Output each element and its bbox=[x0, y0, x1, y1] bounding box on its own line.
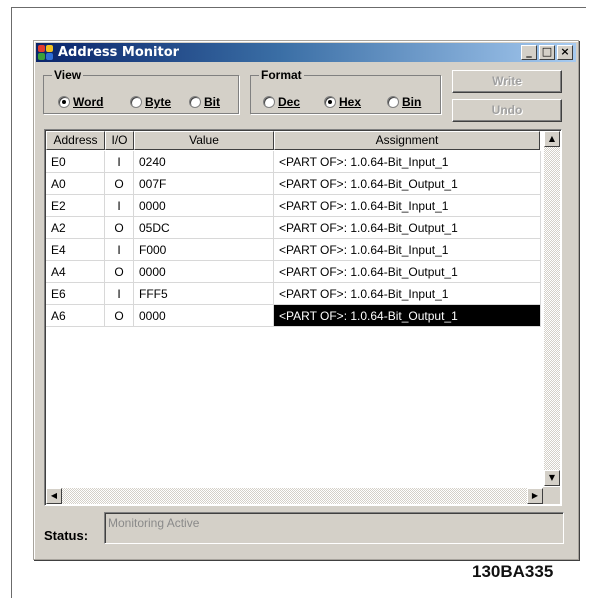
cell-assignment: <PART OF>: 1.0.64-Bit_Input_1 bbox=[274, 195, 541, 217]
cell-assignment: <PART OF>: 1.0.64-Bit_Output_1 bbox=[274, 173, 541, 195]
cell-assignment: <PART OF>: 1.0.64-Bit_Input_1 bbox=[274, 239, 541, 261]
cell-io: I bbox=[105, 239, 134, 261]
view-bit-label: Bit bbox=[204, 95, 220, 109]
cell-assignment: <PART OF>: 1.0.64-Bit_Output_1 bbox=[274, 217, 541, 239]
radio-unselected-icon bbox=[130, 96, 142, 108]
format-hex-label: Hex bbox=[339, 95, 362, 109]
radio-unselected-icon bbox=[263, 96, 275, 108]
address-monitor-window: Address Monitor _ □ × View Word Byte Bit… bbox=[33, 40, 579, 560]
column-header-address[interactable]: Address bbox=[46, 131, 105, 150]
cell-value: 0000 bbox=[134, 305, 274, 327]
view-word-radio[interactable]: Word bbox=[58, 95, 103, 109]
cell-value: 0240 bbox=[134, 151, 274, 173]
radio-unselected-icon bbox=[387, 96, 399, 108]
figure-code: 130BA335 bbox=[472, 562, 554, 581]
horizontal-scrollbar[interactable]: ◀ ▶ bbox=[46, 488, 543, 504]
scrollbar-corner bbox=[543, 487, 560, 504]
scroll-right-icon[interactable]: ▶ bbox=[527, 488, 543, 504]
window-title: Address Monitor bbox=[58, 45, 180, 60]
cell-value: 05DC bbox=[134, 217, 274, 239]
table-body: E0 I 0240 <PART OF>: 1.0.64-Bit_Input_1 A0 O 0… bbox=[46, 151, 541, 327]
cell-io: O bbox=[105, 173, 134, 195]
table-row[interactable]: E2 I 0000 <PART OF>: 1.0.64-Bit_Input_1 bbox=[46, 195, 541, 217]
table-row[interactable]: A6 O 0000 <PART OF>: 1.0.64-Bit_Output_1 bbox=[46, 305, 541, 327]
view-group-title: View bbox=[52, 68, 84, 82]
table-row[interactable]: E4 I F000 <PART OF>: 1.0.64-Bit_Input_1 bbox=[46, 239, 541, 261]
close-button[interactable]: × bbox=[557, 45, 573, 60]
table-row[interactable]: E0 I 0240 <PART OF>: 1.0.64-Bit_Input_1 bbox=[46, 151, 541, 173]
scroll-up-icon[interactable]: ▲ bbox=[544, 131, 560, 147]
address-table[interactable]: Address I/O Value Assignment E0 I 0240 <PAR… bbox=[44, 129, 562, 506]
format-group-title: Format bbox=[259, 68, 304, 82]
app-icon bbox=[38, 44, 54, 61]
vertical-scrollbar[interactable]: ▲ ▼ bbox=[544, 131, 560, 486]
cell-assignment: <PART OF>: 1.0.64-Bit_Input_1 bbox=[274, 283, 541, 305]
format-bin-label: Bin bbox=[402, 95, 422, 109]
title-bar[interactable]: Address Monitor _ □ × bbox=[36, 43, 576, 62]
scroll-down-icon[interactable]: ▼ bbox=[544, 470, 560, 486]
cell-address: A6 bbox=[46, 305, 105, 327]
column-header-value[interactable]: Value bbox=[134, 131, 274, 150]
format-dec-label: Dec bbox=[278, 95, 301, 109]
table-row[interactable]: A2 O 05DC <PART OF>: 1.0.64-Bit_Output_1 bbox=[46, 217, 541, 239]
view-group: View Word Byte Bit bbox=[43, 68, 239, 114]
cell-io: O bbox=[105, 261, 134, 283]
cell-io: O bbox=[105, 305, 134, 327]
status-field: Monitoring Active bbox=[104, 512, 564, 544]
column-header-assignment[interactable]: Assignment bbox=[274, 131, 540, 150]
table-row[interactable]: A0 O 007F <PART OF>: 1.0.64-Bit_Output_1 bbox=[46, 173, 541, 195]
format-dec-radio[interactable]: Dec bbox=[263, 95, 300, 109]
cell-assignment: <PART OF>: 1.0.64-Bit_Input_1 bbox=[274, 151, 541, 173]
scroll-left-icon[interactable]: ◀ bbox=[46, 488, 62, 504]
minimize-button[interactable]: _ bbox=[521, 45, 537, 60]
cell-address: E6 bbox=[46, 283, 105, 305]
cell-address: A0 bbox=[46, 173, 105, 195]
cell-value: 0000 bbox=[134, 261, 274, 283]
table-header: Address I/O Value Assignment bbox=[46, 131, 540, 150]
cell-assignment: <PART OF>: 1.0.64-Bit_Output_1 bbox=[274, 305, 541, 327]
cell-value: F000 bbox=[134, 239, 274, 261]
cell-address: A2 bbox=[46, 217, 105, 239]
status-label: Status: bbox=[44, 528, 89, 543]
cell-io: O bbox=[105, 217, 134, 239]
cell-value: 007F bbox=[134, 173, 274, 195]
radio-unselected-icon bbox=[189, 96, 201, 108]
cell-address: E4 bbox=[46, 239, 105, 261]
table-row[interactable]: E6 I FFF5 <PART OF>: 1.0.64-Bit_Input_1 bbox=[46, 283, 541, 305]
cell-address: E0 bbox=[46, 151, 105, 173]
view-byte-label: Byte bbox=[145, 95, 172, 109]
format-bin-radio[interactable]: Bin bbox=[387, 95, 421, 109]
cell-value: FFF5 bbox=[134, 283, 274, 305]
table-row[interactable]: A4 O 0000 <PART OF>: 1.0.64-Bit_Output_1 bbox=[46, 261, 541, 283]
undo-button[interactable]: Undo bbox=[452, 99, 562, 122]
cell-address: E2 bbox=[46, 195, 105, 217]
cell-address: A4 bbox=[46, 261, 105, 283]
cell-io: I bbox=[105, 151, 134, 173]
maximize-button[interactable]: □ bbox=[539, 45, 555, 60]
radio-selected-icon bbox=[324, 96, 336, 108]
status-text: Monitoring Active bbox=[108, 516, 200, 530]
cell-value: 0000 bbox=[134, 195, 274, 217]
cell-assignment: <PART OF>: 1.0.64-Bit_Output_1 bbox=[274, 261, 541, 283]
format-group: Format Dec Hex Bin bbox=[250, 68, 441, 114]
format-hex-radio[interactable]: Hex bbox=[324, 95, 361, 109]
write-button[interactable]: Write bbox=[452, 70, 562, 93]
view-byte-radio[interactable]: Byte bbox=[130, 95, 171, 109]
view-bit-radio[interactable]: Bit bbox=[189, 95, 220, 109]
cell-io: I bbox=[105, 195, 134, 217]
column-header-io[interactable]: I/O bbox=[105, 131, 134, 150]
radio-selected-icon bbox=[58, 96, 70, 108]
cell-io: I bbox=[105, 283, 134, 305]
view-word-label: Word bbox=[73, 95, 104, 109]
